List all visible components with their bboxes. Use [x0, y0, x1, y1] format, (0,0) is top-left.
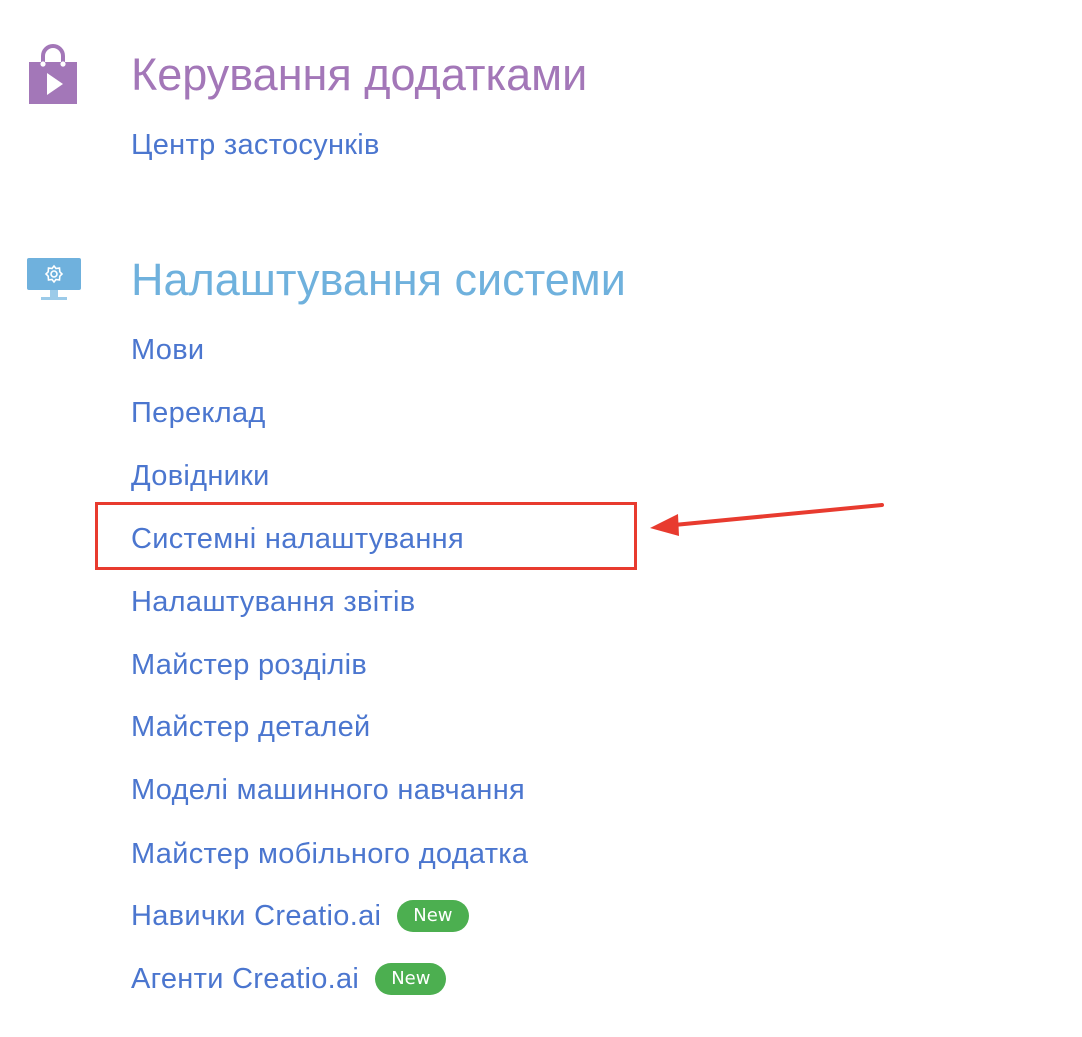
link-creatio-ai-agents[interactable]: Агенти Creatio.ai New — [131, 961, 447, 997]
link-detail-wizard-label: Майстер деталей — [131, 711, 371, 743]
new-badge: New — [375, 963, 447, 995]
link-report-setup-label: Налаштування звітів — [131, 586, 416, 618]
link-creatio-ai-agents-label: Агенти Creatio.ai — [131, 963, 360, 995]
link-report-setup[interactable]: Налаштування звітів — [131, 584, 415, 620]
link-languages[interactable]: Мови — [131, 332, 204, 368]
link-ml-models-label: Моделі машинного навчання — [131, 774, 526, 806]
monitor-gear-icon — [27, 258, 81, 300]
link-lookups[interactable]: Довідники — [131, 458, 270, 494]
highlight-box — [95, 502, 637, 570]
link-ml-models[interactable]: Моделі машинного навчання — [131, 772, 525, 808]
link-detail-wizard[interactable]: Майстер деталей — [131, 709, 371, 745]
link-mobile-app-wizard[interactable]: Майстер мобільного додатка — [131, 836, 528, 872]
shopping-bag-play-icon — [29, 44, 77, 104]
link-section-wizard-label: Майстер розділів — [131, 649, 368, 681]
new-badge: New — [397, 900, 469, 932]
link-translation[interactable]: Переклад — [131, 395, 266, 431]
link-translation-label: Переклад — [131, 397, 266, 429]
link-section-wizard[interactable]: Майстер розділів — [131, 647, 367, 683]
link-lookups-label: Довідники — [131, 460, 270, 492]
link-creatio-ai-skills-label: Навички Creatio.ai — [131, 900, 382, 932]
system-settings-title: Налаштування системи — [131, 254, 626, 305]
link-mobile-app-wizard-label: Майстер мобільного додатка — [131, 838, 529, 870]
link-app-center[interactable]: Центр застосунків — [131, 127, 380, 163]
link-app-center-label: Центр застосунків — [131, 129, 380, 161]
app-management-title: Керування додатками — [131, 49, 588, 100]
link-creatio-ai-skills[interactable]: Навички Creatio.ai New — [131, 898, 469, 934]
annotation-arrow-icon — [650, 503, 884, 536]
link-languages-label: Мови — [131, 334, 205, 366]
